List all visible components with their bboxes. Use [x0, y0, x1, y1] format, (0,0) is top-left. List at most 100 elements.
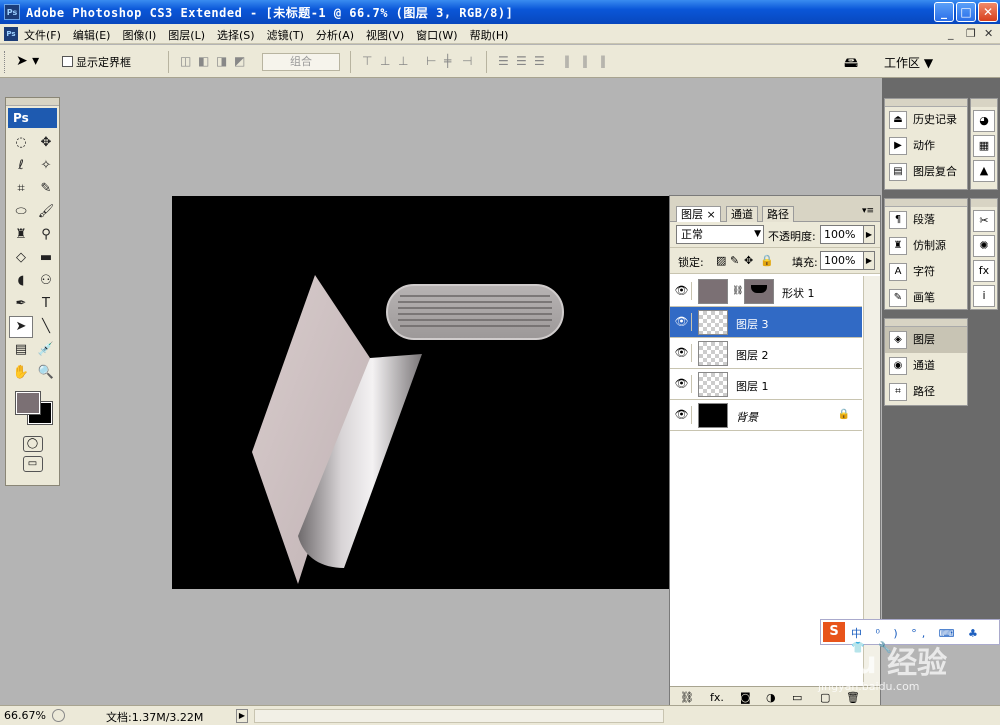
visibility-eye-icon[interactable]: 👁: [672, 375, 692, 393]
panel-channels[interactable]: ◉ 通道: [885, 353, 967, 379]
panel-group-header[interactable]: [971, 99, 997, 107]
menu-item[interactable]: 图像(I): [122, 27, 156, 43]
layers-panel-title-bar[interactable]: [670, 196, 880, 204]
panel-menu-icon[interactable]: ▾≡: [862, 206, 874, 216]
blur-tool-icon[interactable]: ◖: [9, 270, 33, 292]
navigator-icon[interactable]: ◕: [973, 110, 995, 132]
visibility-eye-icon[interactable]: 👁: [672, 282, 692, 300]
panel-layer-comps[interactable]: ▤ 图层复合: [885, 159, 967, 185]
align-hcenter-icon[interactable]: ╪: [444, 54, 458, 68]
align-top-icon[interactable]: ⊤: [362, 54, 376, 68]
link-layers-icon[interactable]: ⛓: [680, 691, 694, 704]
dodge-tool-icon[interactable]: ⚇: [34, 270, 58, 292]
minimize-button[interactable]: _: [934, 2, 954, 22]
menu-item[interactable]: 窗口(W): [416, 27, 457, 43]
shape-add-icon[interactable]: ◫: [180, 54, 194, 68]
panel-group-header[interactable]: [885, 99, 967, 107]
panel-group-header[interactable]: [885, 319, 967, 327]
panel-group-header[interactable]: [971, 199, 997, 207]
path-selection-tool-icon[interactable]: ➤: [9, 316, 33, 338]
menu-item[interactable]: 选择(S): [217, 27, 255, 43]
document-canvas[interactable]: [172, 196, 670, 589]
eyedropper-tool-icon[interactable]: 💉: [34, 339, 58, 361]
distribute-left-icon[interactable]: ‖: [564, 54, 578, 68]
menu-item[interactable]: 图层(L): [168, 27, 205, 43]
menu-item[interactable]: 帮助(H): [470, 27, 509, 43]
bridge-icon[interactable]: 🖴: [844, 52, 866, 71]
line-tool-icon[interactable]: ╲: [34, 316, 58, 338]
add-mask-icon[interactable]: ◙: [740, 691, 751, 704]
brush-tool-icon[interactable]: 🖌: [34, 201, 58, 223]
type-tool-icon[interactable]: T: [34, 293, 58, 315]
healing-brush-tool-icon[interactable]: ⬭: [9, 201, 33, 223]
menu-item[interactable]: 文件(F): [24, 27, 61, 43]
lock-all-icon[interactable]: 🔒: [760, 254, 774, 267]
tab-channels[interactable]: 通道: [726, 206, 758, 222]
distribute-bottom-icon[interactable]: ☰: [534, 54, 548, 68]
gradient-tool-icon[interactable]: ▬: [34, 247, 58, 269]
menu-item[interactable]: 分析(A): [316, 27, 354, 43]
align-vcenter-icon[interactable]: ⊥: [380, 54, 394, 68]
close-button[interactable]: ✕: [978, 2, 998, 22]
status-arrow-button[interactable]: ▶: [236, 709, 248, 723]
quick-mask-button[interactable]: ◯: [22, 436, 43, 452]
lock-pixels-icon[interactable]: ✎: [730, 254, 739, 267]
arrow-select-icon[interactable]: ➤ ▾: [16, 53, 39, 69]
status-menu-icon[interactable]: [52, 709, 65, 722]
doc-close-button[interactable]: ✕: [984, 27, 993, 40]
panel-layers[interactable]: ◈ 图层: [885, 327, 967, 353]
options-grip[interactable]: [4, 51, 7, 73]
opacity-input[interactable]: 100%: [820, 225, 864, 244]
combine-button[interactable]: 组合: [262, 53, 340, 71]
fill-slider-button[interactable]: ▶: [863, 251, 875, 270]
panel-history[interactable]: ⏏ 历史记录: [885, 107, 967, 133]
menu-item[interactable]: 滤镜(T): [267, 27, 304, 43]
color-icon[interactable]: ✺: [973, 235, 995, 257]
lasso-tool-icon[interactable]: ℓ: [9, 155, 33, 177]
panel-actions[interactable]: ▶ 动作: [885, 133, 967, 159]
marquee-tool-icon[interactable]: ◌: [9, 132, 33, 154]
move-tool-icon[interactable]: ✥: [34, 132, 58, 154]
visibility-eye-icon[interactable]: 👁: [672, 406, 692, 424]
panel-brushes[interactable]: ✎ 画笔: [885, 285, 967, 311]
pen-tool-icon[interactable]: ✒: [9, 293, 33, 315]
shape-subtract-icon[interactable]: ◧: [198, 54, 212, 68]
slice-tool-icon[interactable]: ✎: [34, 178, 58, 200]
doc-restore-button[interactable]: ❐: [966, 27, 976, 40]
screen-mode-button[interactable]: ▭: [22, 456, 43, 472]
panel-paths[interactable]: ⌗ 路径: [885, 379, 967, 405]
visibility-eye-icon[interactable]: 👁: [672, 313, 692, 331]
distribute-vcenter-icon[interactable]: ☰: [516, 54, 530, 68]
panel-paragraph[interactable]: ¶ 段落: [885, 207, 967, 233]
panel-group-header[interactable]: [885, 199, 967, 207]
distribute-right-icon[interactable]: ‖: [600, 54, 614, 68]
zoom-tool-icon[interactable]: 🔍: [34, 362, 58, 384]
magic-wand-tool-icon[interactable]: ✧: [34, 155, 58, 177]
document-icon[interactable]: Ps: [4, 27, 18, 41]
workspace-menu[interactable]: 工作区 ▼: [884, 54, 933, 71]
notes-tool-icon[interactable]: ▤: [9, 339, 33, 361]
visibility-eye-icon[interactable]: 👁: [672, 344, 692, 362]
hand-tool-icon[interactable]: ✋: [9, 362, 33, 384]
layer-row-layer-3[interactable]: 👁 图层 3: [670, 307, 862, 338]
panel-clone-source[interactable]: ♜ 仿制源: [885, 233, 967, 259]
distribute-hcenter-icon[interactable]: ‖: [582, 54, 596, 68]
menu-item[interactable]: 视图(V): [366, 27, 404, 43]
foreground-color-swatch[interactable]: [15, 391, 41, 415]
blend-mode-select[interactable]: 正常 ▼: [676, 225, 764, 244]
layer-style-icon[interactable]: fx.: [710, 691, 724, 704]
horizontal-scrollbar[interactable]: [254, 709, 664, 723]
adjustment-layer-icon[interactable]: ◑: [766, 691, 776, 704]
info-icon[interactable]: i: [973, 285, 995, 307]
layer-row-layer-1[interactable]: 👁 图层 1: [670, 369, 862, 400]
lock-position-icon[interactable]: ✥: [744, 254, 753, 267]
opacity-slider-button[interactable]: ▶: [863, 225, 875, 244]
tools-title-bar[interactable]: [6, 98, 59, 106]
layer-row-background[interactable]: 👁 背景 🔒: [670, 400, 862, 431]
maximize-button[interactable]: □: [956, 2, 976, 22]
align-right-icon[interactable]: ⊣: [462, 54, 476, 68]
show-bounding-box-checkbox[interactable]: [62, 56, 73, 67]
shape-exclude-icon[interactable]: ◩: [234, 54, 248, 68]
align-left-icon[interactable]: ⊢: [426, 54, 440, 68]
tool-presets-icon[interactable]: ✂: [973, 210, 995, 232]
